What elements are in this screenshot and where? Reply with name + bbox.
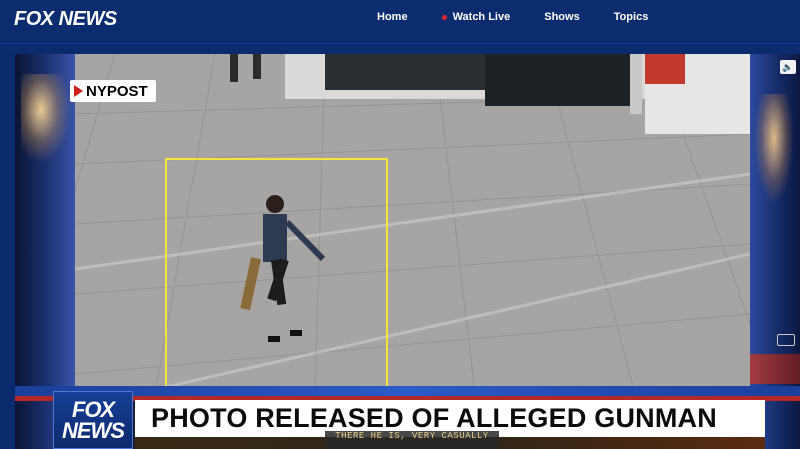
source-tag-label: NYPOST	[86, 82, 148, 100]
nav-watch-live[interactable]: Watch Live	[441, 11, 511, 23]
nav-topics[interactable]: Topics	[614, 11, 649, 23]
play-triangle-icon	[74, 85, 83, 97]
speaker-icon[interactable]: 🔈	[780, 60, 796, 74]
live-dot-icon	[441, 14, 447, 20]
nav-shows-label: Shows	[544, 11, 580, 23]
fox-logo-line1: FOX	[71, 397, 115, 422]
headline-text: PHOTO RELEASED OF ALLEGED GUNMAN	[151, 403, 717, 433]
fox-news-logo[interactable]: FOX NEWS	[14, 8, 117, 31]
closed-caption-text: THERE HE IS, VERY CASUALLY	[335, 431, 489, 441]
closed-caption: THERE HE IS, VERY CASUALLY	[325, 431, 499, 449]
nav-home[interactable]: Home	[377, 11, 408, 23]
lower-third-graphic: FOX NEWS PHOTO RELEASED OF ALLEGED GUNMA…	[15, 386, 800, 449]
nav-home-label: Home	[377, 11, 408, 23]
nav-shows[interactable]: Shows	[544, 11, 579, 23]
fox-logo-line2: NEWS	[62, 418, 125, 443]
main-nav: Home Watch Live Shows Topics	[377, 11, 682, 23]
video-player[interactable]: NYPOST 🔈 FOX NEWS PHOTO RELEASED OF ALLE…	[15, 54, 800, 449]
detection-highlight-box	[165, 158, 388, 398]
captions-icon[interactable]	[777, 334, 795, 346]
nav-topics-label: Topics	[613, 11, 649, 23]
top-nav-bar: FOX NEWS Home Watch Live Shows Topics	[0, 0, 800, 44]
source-tag: NYPOST	[70, 80, 156, 102]
fox-news-bug-logo: FOX NEWS	[53, 391, 133, 449]
nav-watch-live-label: Watch Live	[452, 11, 511, 23]
